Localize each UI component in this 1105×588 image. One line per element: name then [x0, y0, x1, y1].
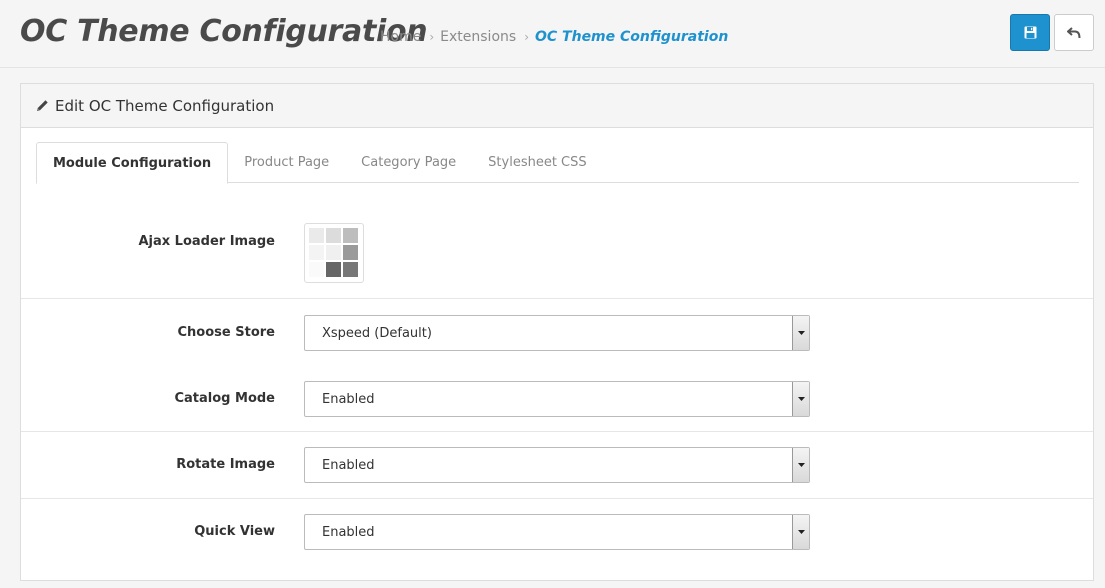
tab-bar: Module Configuration Product Page Catego… [36, 142, 1079, 184]
form-row-quickview: Quick View Enabled [21, 498, 1093, 580]
breadcrumb-home[interactable]: Home [380, 29, 421, 45]
breadcrumb-separator-icon: › [524, 30, 529, 44]
panel-heading-text: Edit OC Theme Configuration [55, 96, 275, 115]
ajax-loader-thumbnail[interactable] [304, 223, 364, 283]
floppy-disk-icon [1024, 26, 1036, 39]
form-row-ajax-loader: Ajax Loader Image [21, 209, 1093, 298]
quick-view-select[interactable]: Enabled [304, 514, 810, 550]
chevron-down-icon [792, 316, 809, 350]
back-button[interactable] [1054, 14, 1094, 51]
form-row-rotate: Rotate Image Enabled [21, 431, 1093, 498]
breadcrumb-current[interactable]: OC Theme Configuration [535, 29, 728, 45]
store-select-value: Xspeed (Default) [322, 325, 432, 341]
ajax-loader-label: Ajax Loader Image [138, 234, 275, 249]
rotate-image-select[interactable]: Enabled [304, 447, 810, 483]
edit-panel: Edit OC Theme Configuration Module Confi… [20, 83, 1094, 581]
catalog-mode-select[interactable]: Enabled [304, 381, 810, 417]
page-title: OC Theme Configuration [20, 14, 428, 49]
tab-product-page[interactable]: Product Page [228, 142, 345, 183]
save-button[interactable] [1010, 14, 1050, 51]
panel-heading: Edit OC Theme Configuration [21, 84, 1093, 128]
quick-view-label: Quick View [194, 524, 275, 539]
rotate-image-label: Rotate Image [176, 457, 275, 472]
tab-module-configuration[interactable]: Module Configuration [36, 142, 229, 184]
tab-stylesheet-css[interactable]: Stylesheet CSS [472, 142, 602, 183]
store-select[interactable]: Xspeed (Default) [304, 315, 810, 351]
form-row-store: Choose Store Xspeed (Default) Catalog Mo… [21, 298, 1093, 431]
breadcrumb-separator-icon: › [429, 30, 435, 44]
catalog-mode-value: Enabled [322, 391, 375, 407]
choose-store-label: Choose Store [177, 325, 275, 340]
rotate-image-value: Enabled [322, 457, 375, 473]
page-header: OC Theme Configuration Home › Extensions… [0, 0, 1105, 68]
catalog-mode-label: Catalog Mode [174, 391, 275, 406]
chevron-down-icon [792, 382, 809, 416]
breadcrumb: Home › Extensions › OC Theme Configurati… [380, 29, 728, 45]
tab-category-page[interactable]: Category Page [345, 142, 472, 183]
pencil-icon [36, 99, 49, 112]
loader-image-icon [309, 228, 358, 277]
chevron-down-icon [792, 448, 809, 482]
chevron-down-icon [792, 515, 809, 549]
quick-view-value: Enabled [322, 524, 375, 540]
reply-arrow-icon [1067, 26, 1081, 38]
breadcrumb-extensions[interactable]: Extensions [440, 29, 516, 45]
